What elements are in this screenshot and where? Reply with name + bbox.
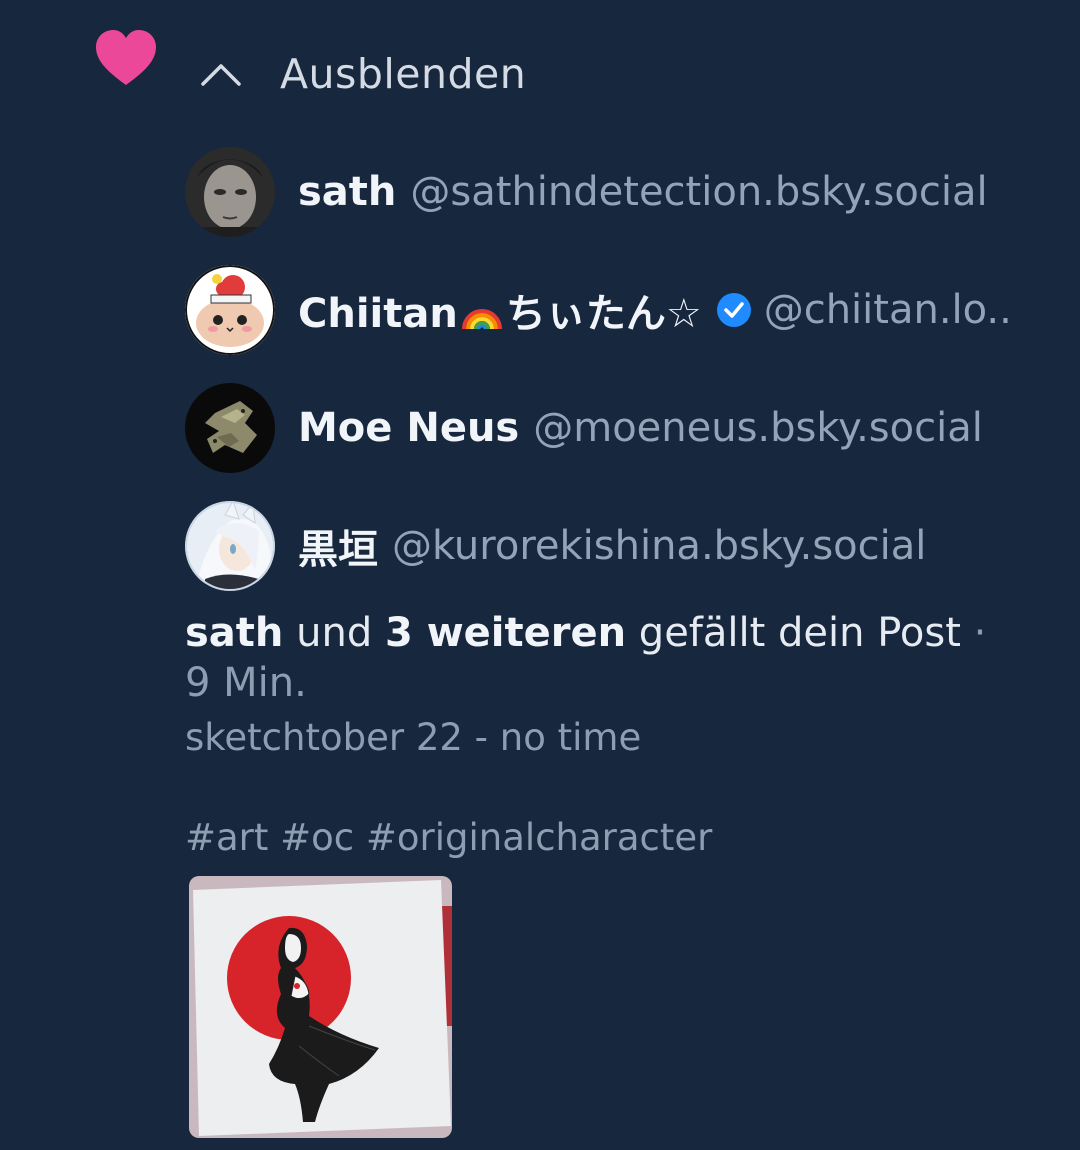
summary-first-name[interactable]: sath (185, 610, 283, 656)
liker-display-name: Chiitan ちぃたん☆ (298, 291, 702, 337)
collapse-toggle[interactable]: Ausblenden (200, 46, 526, 102)
chevron-up-icon (201, 64, 241, 86)
avatar[interactable] (185, 383, 275, 473)
summary-separator: · (973, 610, 987, 656)
verified-badge-icon (716, 293, 751, 327)
liker-display-name: Moe Neus (298, 405, 520, 451)
liker-handle: @moeneus.bsky.social (533, 405, 983, 451)
rainbow-icon (461, 309, 502, 330)
summary-time: 9 Min. (185, 660, 307, 706)
notification-item[interactable]: Ausblenden sath @sathindetection.bsky.so… (0, 0, 1080, 1150)
liker-display-name: sath (298, 169, 397, 215)
post-tags: #art #oc #originalcharacter (185, 816, 713, 859)
liker-row[interactable]: 黒垣 @kurorekishina.bsky.social (185, 500, 926, 592)
summary-action: gefällt dein Post (638, 610, 961, 656)
liker-row[interactable]: sath @sathindetection.bsky.social (185, 146, 988, 238)
post-thumbnail[interactable] (189, 876, 452, 1138)
liker-row[interactable]: Chiitan ちぃたん☆ @chiitan.lo.. (185, 264, 1012, 356)
collapse-label: Ausblenden (280, 50, 527, 98)
liker-handle: @chiitan.lo.. (763, 287, 1012, 333)
post-title: sketchtober 22 - no time (185, 716, 642, 759)
liker-handle: @sathindetection.bsky.social (410, 169, 988, 215)
avatar[interactable] (185, 265, 275, 355)
summary-connector: und (296, 610, 373, 656)
summary-others-count[interactable]: 3 weiteren (385, 610, 626, 656)
liker-display-name: 黒垣 (298, 527, 378, 573)
avatar[interactable] (185, 501, 275, 591)
avatar[interactable] (185, 147, 275, 237)
liker-row[interactable]: Moe Neus @moeneus.bsky.social (185, 382, 983, 474)
heart-icon (96, 30, 156, 85)
notification-summary: sath und 3 weiteren gefällt dein Post · … (185, 608, 1025, 708)
liker-handle: @kurorekishina.bsky.social (392, 523, 927, 569)
